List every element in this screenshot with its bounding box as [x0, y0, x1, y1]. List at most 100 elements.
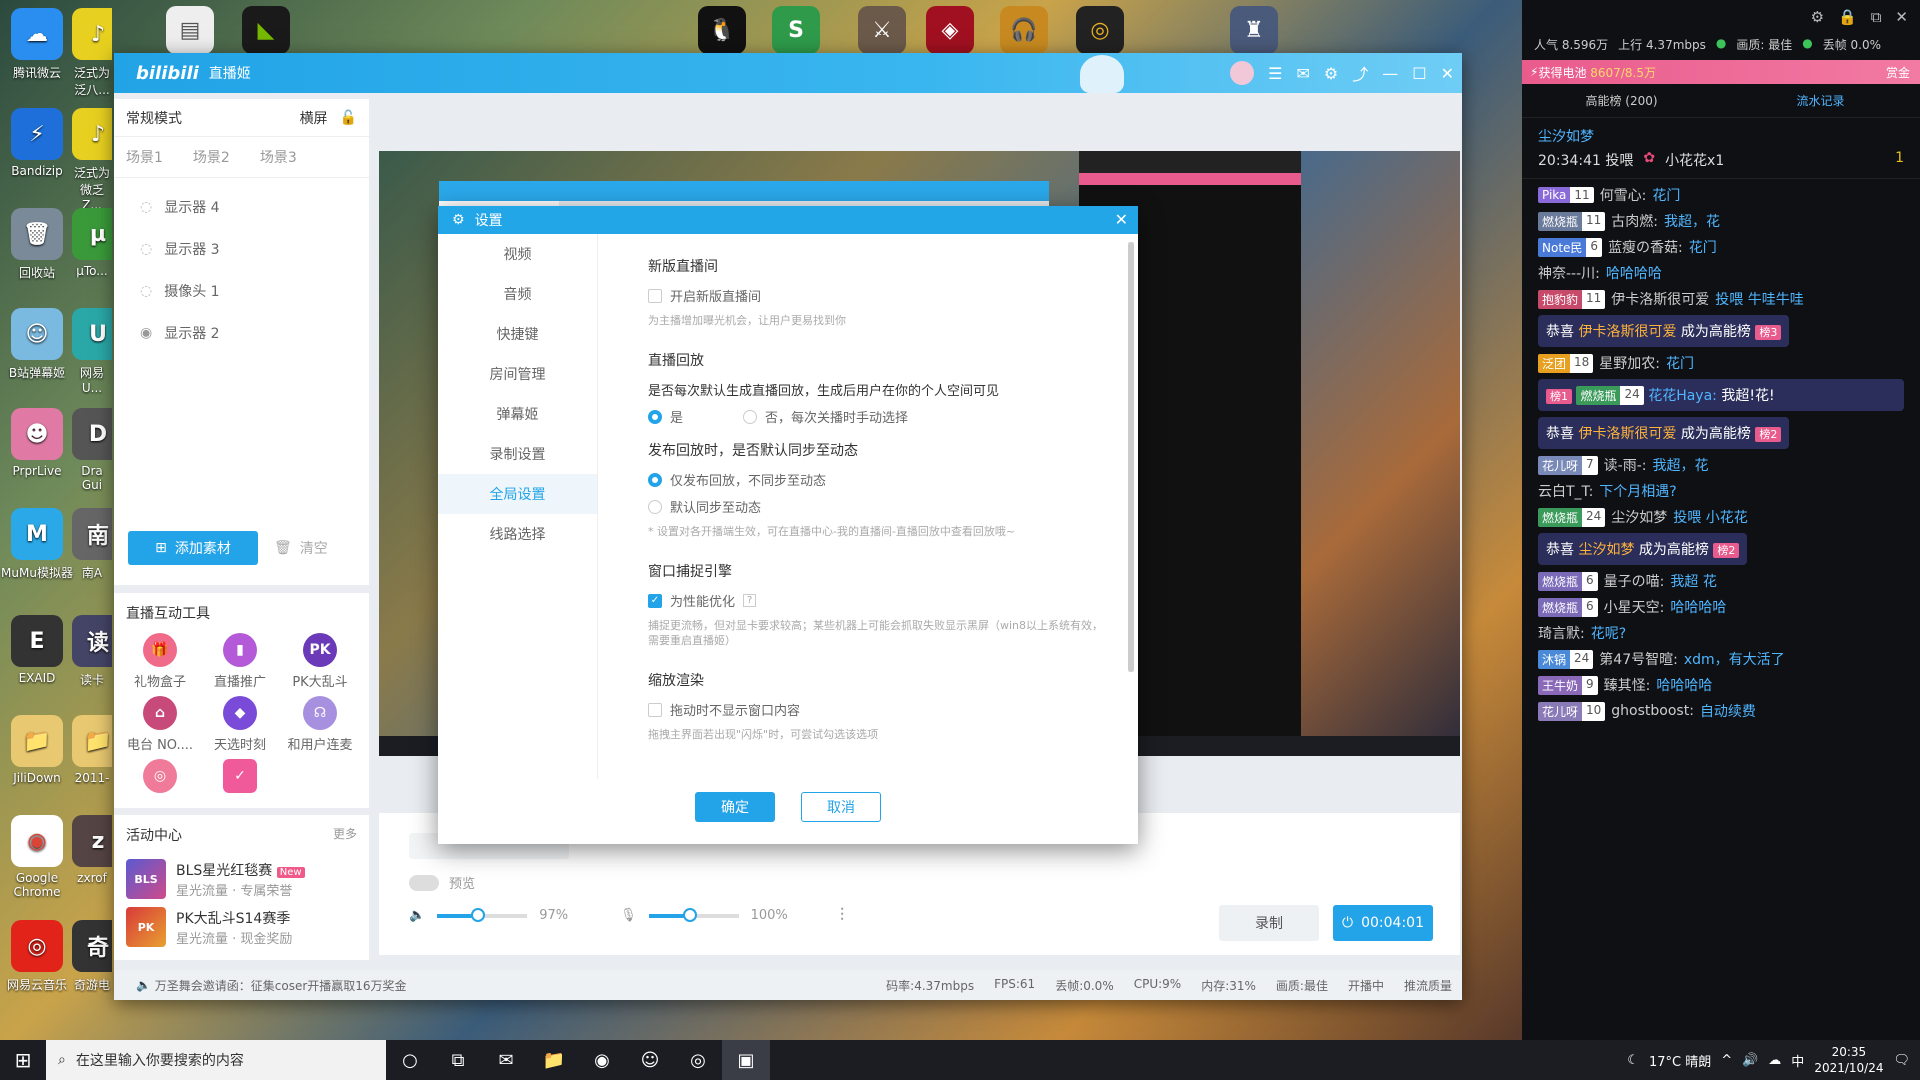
eye-icon[interactable]: ◉: [140, 325, 152, 341]
desktop-icon-recycle-bin[interactable]: 🗑 回收站: [0, 208, 76, 281]
help-icon[interactable]: ?: [743, 594, 757, 607]
sync-on-radio[interactable]: 默认同步至动态: [648, 497, 1108, 516]
tool-lottery[interactable]: ◆ 天选时刻: [200, 696, 280, 753]
sync-off-radio[interactable]: 仅发布回放，不同步至动态: [648, 470, 1108, 489]
lock-icon[interactable]: 🔓: [340, 110, 357, 126]
gear-icon[interactable]: ⚙: [1324, 64, 1338, 83]
desktop-qq-icon[interactable]: 🐧: [698, 6, 746, 54]
close-icon[interactable]: ✕: [1895, 8, 1908, 26]
stat-stream-quality[interactable]: 推流质量: [1404, 977, 1452, 994]
tab-ranking[interactable]: 高能榜 (200): [1522, 92, 1721, 109]
message-list[interactable]: Pika 11 何雪心: 花门 燃烧瓶 11 古肉燃: 我超，花 Note民 6 蓝瘦の香菇: 花门神…: [1522, 185, 1920, 721]
orientation-toggle[interactable]: 横屏: [300, 108, 328, 128]
popout-icon[interactable]: ⧉: [1871, 8, 1882, 26]
weather-text[interactable]: 17°C 晴朗: [1649, 1051, 1711, 1070]
ime-indicator[interactable]: 中: [1791, 1051, 1804, 1070]
tool-pk[interactable]: PK PK大乱斗: [280, 633, 360, 690]
chat-message[interactable]: 燃烧瓶 24 尘汐如梦 投喂 小花花: [1538, 507, 1904, 527]
dialog-header[interactable]: ⚙ 设置 ✕: [438, 206, 1138, 234]
activity-item[interactable]: PK PK大乱斗S14赛季 星光流量 · 现金奖励: [114, 903, 369, 951]
chat-message[interactable]: Pika 11 何雪心: 花门: [1538, 185, 1904, 205]
avatar[interactable]: [1230, 61, 1255, 85]
settings-scrollbar[interactable]: [1128, 242, 1134, 672]
replay-yes-radio[interactable]: 是: [648, 407, 683, 426]
chat-message[interactable]: 琦言默: 花呢?: [1538, 623, 1904, 643]
rank-announcement[interactable]: 恭喜 伊卡洛斯很可爱 成为高能榜 榜3: [1538, 315, 1904, 347]
new-room-checkbox[interactable]: 开启新版直播间: [648, 286, 1108, 305]
desktop-icon-jilidown[interactable]: 📁 JiliDown: [0, 715, 76, 785]
source-item[interactable]: ◉ 显示器 2: [114, 312, 369, 354]
desktop-icon-col2-8[interactable]: 📁 2011-: [72, 715, 112, 785]
chat-message[interactable]: Note民 6 蓝瘦の香菇: 花门: [1538, 237, 1904, 257]
nav-recording[interactable]: 录制设置: [438, 434, 597, 474]
speaker-icon[interactable]: 🔈: [409, 908, 425, 923]
desktop-icon-col2-2[interactable]: ♪ 泛式为微乏Z...: [72, 108, 112, 212]
desktop-icon-exaid[interactable]: E EXAID: [0, 615, 76, 685]
stop-live-button[interactable]: ⏻ 00:04:01: [1333, 905, 1433, 941]
title-bar[interactable]: bilibili 直播姬 ☰ ✉ ⚙ ⤴ — ☐ ✕: [114, 53, 1462, 93]
chat-message[interactable]: 花儿呀 10 ghostboost: 自动续费: [1538, 701, 1904, 721]
chat-message[interactable]: 燃烧瓶 11 古肉燃: 我超，花: [1538, 211, 1904, 231]
chat-message[interactable]: 神奈---川: 哈哈哈哈: [1538, 263, 1904, 283]
chat-message[interactable]: 云白T_T: 下个月相遇?: [1538, 481, 1904, 501]
volume-icon[interactable]: 🔊: [1742, 1053, 1758, 1068]
menu-icon[interactable]: ☰: [1268, 64, 1282, 83]
chat-message[interactable]: 抱豹豹 11 伊卡洛斯很可爱 投喂 牛哇牛哇: [1538, 289, 1904, 309]
desktop-icon-danmaku[interactable]: ☺ B站弹幕姬: [0, 308, 76, 381]
desktop-icon-col2-7[interactable]: 读读卡: [72, 615, 112, 688]
mic-icon[interactable]: 🎙: [620, 908, 637, 923]
share-icon[interactable]: ⤴: [1352, 61, 1368, 85]
toggle-switch[interactable]: [409, 874, 439, 891]
tool-promote[interactable]: ▮ 直播推广: [200, 633, 280, 690]
discord-icon[interactable]: ☺: [626, 1040, 674, 1080]
tool-extra-1[interactable]: ◎: [120, 759, 200, 797]
status-message[interactable]: 万圣舞会邀请函：征集coser开播赢取16万奖金: [155, 977, 407, 994]
activity-item[interactable]: BLS BLS星光红毯赛 New 星光流量 · 专属荣誉: [114, 855, 369, 903]
tool-gift-box[interactable]: 🎁 礼物盒子: [120, 633, 200, 690]
tool-extra-2[interactable]: ✓: [200, 759, 280, 797]
volume-slider[interactable]: [437, 907, 528, 922]
mixer-icon[interactable]: ⫶: [840, 905, 845, 926]
lock-icon[interactable]: 🔒: [1838, 8, 1857, 26]
drag-checkbox[interactable]: 拖动时不显示窗口内容: [648, 700, 1108, 719]
desktop-icon-col2-5[interactable]: D Dra Gui: [72, 408, 112, 492]
nav-danmaku[interactable]: 弹幕姬: [438, 394, 597, 434]
clear-button[interactable]: 🗑 清空: [274, 531, 328, 565]
nav-video[interactable]: 视频: [438, 234, 597, 274]
chat-message[interactable]: 王牛奶 9 臻其怪: 哈哈哈哈: [1538, 675, 1904, 695]
tool-radio[interactable]: ⌂ 电台 NO....: [120, 696, 200, 753]
rank-announcement[interactable]: 恭喜 尘汐如梦 成为高能榜 榜2: [1538, 533, 1904, 565]
tab-scene-3[interactable]: 场景3: [260, 147, 297, 167]
desktop-icon-col2-1[interactable]: ♪ 泛式为泛八...: [72, 8, 112, 98]
desktop-figure-icon[interactable]: ♜: [1230, 6, 1278, 54]
gear-icon[interactable]: ⚙: [1811, 8, 1824, 26]
source-item[interactable]: ◌ 显示器 3: [114, 228, 369, 270]
preview-toggle[interactable]: 预览: [409, 873, 475, 892]
mail-icon[interactable]: ✉: [1296, 64, 1309, 83]
source-item[interactable]: ◌ 显示器 4: [114, 186, 369, 228]
close-icon[interactable]: ✕: [1441, 64, 1454, 83]
desktop-icon-col2-10[interactable]: 奇奇游电: [72, 920, 112, 993]
nav-line[interactable]: 线路选择: [438, 514, 597, 554]
chat-message[interactable]: 泛团 18 星野加农: 花门: [1538, 353, 1904, 373]
obs-icon[interactable]: ◎: [674, 1040, 722, 1080]
source-item[interactable]: ◌ 摄像头 1: [114, 270, 369, 312]
desktop-icon-prprlive[interactable]: ☻ PrprLive: [0, 408, 76, 478]
chat-message[interactable]: 燃烧瓶 6 小星天空: 哈哈哈哈: [1538, 597, 1904, 617]
desktop-audio-icon[interactable]: 🎧: [1000, 6, 1048, 54]
tool-mic-link[interactable]: ☊ 和用户连麦: [280, 696, 360, 753]
gold-button[interactable]: 赏金: [1886, 64, 1910, 81]
minimize-icon[interactable]: —: [1382, 64, 1398, 83]
eye-off-icon[interactable]: ◌: [140, 283, 152, 299]
mail-app-icon[interactable]: ✉: [482, 1040, 530, 1080]
mode-label[interactable]: 常规模式: [126, 108, 182, 128]
cancel-button[interactable]: 取消: [801, 792, 881, 822]
desktop-game-icon[interactable]: ⚔: [858, 6, 906, 54]
replay-no-radio[interactable]: 否，每次关播时手动选择: [743, 407, 908, 426]
tab-flow[interactable]: 流水记录: [1721, 92, 1920, 109]
network-icon[interactable]: ☁: [1768, 1053, 1781, 1068]
desktop-doc-icon[interactable]: ▤: [166, 6, 214, 54]
cortana-icon[interactable]: ○: [386, 1040, 434, 1080]
mic-slider[interactable]: [648, 907, 739, 922]
record-button[interactable]: 录制: [1219, 905, 1319, 941]
